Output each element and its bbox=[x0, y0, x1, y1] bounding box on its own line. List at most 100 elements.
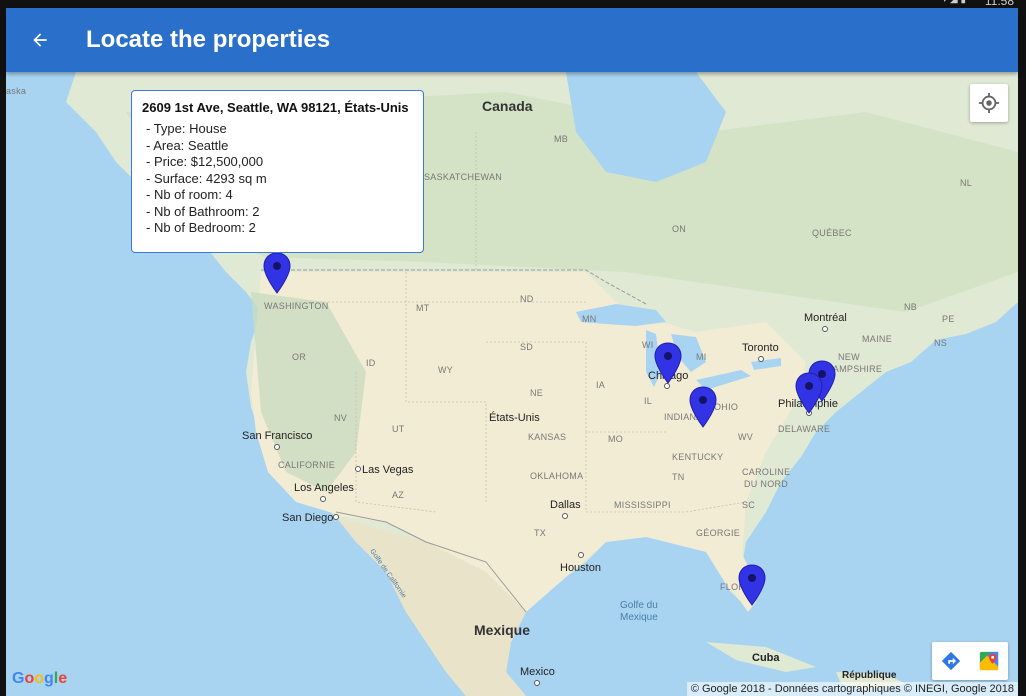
info-window-bathrooms: - Nb of Bathroom: 2 bbox=[146, 203, 260, 219]
label-quebec: QUÉBEC bbox=[812, 228, 852, 238]
label-nb: NB bbox=[904, 302, 918, 312]
label-ohio: OHIO bbox=[714, 402, 739, 412]
city-dot-toronto bbox=[758, 356, 764, 362]
label-ne: NE bbox=[530, 388, 544, 398]
label-dominican: République bbox=[842, 670, 897, 681]
google-maps-icon bbox=[979, 651, 999, 671]
label-id: ID bbox=[366, 358, 376, 368]
label-ut: UT bbox=[392, 424, 405, 434]
info-window-address: 2609 1st Ave, Seattle, WA 98121, États-U… bbox=[142, 100, 409, 115]
label-alaska: aska bbox=[6, 86, 27, 96]
label-ia: IA bbox=[596, 380, 606, 390]
property-marker-seattle[interactable] bbox=[263, 252, 291, 294]
label-montreal: Montréal bbox=[804, 312, 847, 324]
label-washington: WASHINGTON bbox=[264, 301, 329, 311]
google-logo-e: e bbox=[58, 670, 68, 687]
city-dot-houston bbox=[578, 552, 584, 558]
label-tn: TN bbox=[672, 472, 685, 482]
label-dallas: Dallas bbox=[550, 499, 581, 511]
label-houston: Houston bbox=[560, 562, 601, 574]
label-las-vegas: Las Vegas bbox=[362, 464, 414, 476]
property-marker-philadelphia[interactable] bbox=[795, 372, 823, 414]
info-window-type: - Type: House bbox=[146, 121, 227, 136]
google-logo-g2: g bbox=[44, 670, 54, 687]
info-window-bedrooms: - Nb of Bedroom: 2 bbox=[146, 220, 256, 235]
label-delaware: DELAWARE bbox=[778, 424, 831, 434]
info-window-price: - Price: $12,500,000 bbox=[146, 154, 264, 169]
label-kansas: KANSAS bbox=[528, 432, 567, 442]
city-dot-san-diego bbox=[333, 514, 339, 520]
label-gulf-b: Mexique bbox=[620, 612, 658, 623]
label-carolina-s: DU NORD bbox=[744, 479, 789, 489]
google-logo-o2: o bbox=[34, 670, 45, 687]
label-cuba: Cuba bbox=[752, 652, 780, 664]
status-time: 11:58 bbox=[984, 0, 1014, 8]
page-title: Locate the properties bbox=[86, 26, 331, 53]
google-logo: Google bbox=[12, 670, 67, 688]
label-carolina-n: CAROLINE bbox=[742, 467, 791, 477]
info-window-area: - Area: Seattle bbox=[146, 137, 229, 153]
app-bar: Locate the properties bbox=[6, 8, 1018, 72]
label-mt: MT bbox=[416, 303, 430, 313]
status-bar: ▾ ◢ ▮ 11:58 bbox=[0, 0, 1026, 8]
label-san-francisco: San Francisco bbox=[242, 430, 313, 442]
label-nv: NV bbox=[334, 413, 348, 423]
map-view[interactable]: Canada États-Unis Mexique Cuba Républiqu… bbox=[6, 72, 1018, 696]
city-dot-las-vegas bbox=[355, 466, 361, 472]
label-az: AZ bbox=[392, 490, 405, 500]
my-location-button[interactable] bbox=[970, 84, 1008, 122]
property-marker-indiana[interactable] bbox=[689, 386, 717, 428]
label-on: ON bbox=[672, 224, 687, 234]
label-toronto: Toronto bbox=[742, 342, 779, 354]
label-mississippi: MISSISSIPPI bbox=[614, 500, 671, 510]
city-dot-mexico-city bbox=[534, 680, 540, 686]
label-il: IL bbox=[644, 396, 653, 406]
label-los-angeles: Los Angeles bbox=[294, 482, 354, 494]
property-marker-florida[interactable] bbox=[738, 564, 766, 606]
label-or: OR bbox=[292, 352, 307, 362]
label-pe: PE bbox=[942, 314, 955, 324]
label-saskatchewan: SASKATCHEWAN bbox=[424, 172, 503, 182]
label-new-hampshire-a: NEW bbox=[838, 352, 860, 362]
label-wi: WI bbox=[642, 340, 654, 350]
label-nl: NL bbox=[960, 178, 973, 188]
my-location-icon bbox=[978, 92, 1000, 114]
city-dot-los-angeles bbox=[320, 496, 326, 502]
label-oklahoma: OKLAHOMA bbox=[530, 471, 584, 481]
label-mo: MO bbox=[608, 434, 624, 444]
label-georgia: GÉORGIE bbox=[696, 528, 741, 538]
label-kentucky: KENTUCKY bbox=[672, 452, 724, 462]
label-tx: TX bbox=[534, 528, 547, 538]
property-info-window[interactable]: 2609 1st Ave, Seattle, WA 98121, États-U… bbox=[131, 90, 424, 253]
directions-button[interactable] bbox=[932, 642, 970, 680]
map-attribution[interactable]: © Google 2018 - Données cartographiques … bbox=[686, 682, 1018, 696]
label-wv: WV bbox=[738, 432, 754, 442]
label-gulf-a: Golfe du bbox=[620, 600, 658, 611]
property-marker-chicago[interactable] bbox=[654, 342, 682, 384]
arrow-left-icon bbox=[33, 33, 47, 47]
info-window-rooms: - Nb of room: 4 bbox=[146, 187, 233, 202]
device-frame: ▾ ◢ ▮ 11:58 Locate the properties bbox=[0, 0, 1026, 696]
label-usa: États-Unis bbox=[489, 412, 540, 424]
google-logo-g: G bbox=[12, 670, 25, 687]
label-wy: WY bbox=[438, 365, 454, 375]
label-california: CALIFORNIE bbox=[278, 460, 336, 470]
google-logo-o1: o bbox=[24, 670, 35, 687]
label-nd: ND bbox=[520, 294, 534, 304]
open-google-maps-button[interactable] bbox=[970, 642, 1008, 680]
label-san-diego: San Diego bbox=[282, 512, 334, 524]
label-maine: MAINE bbox=[862, 334, 893, 344]
label-ns: NS bbox=[934, 338, 948, 348]
directions-icon bbox=[941, 651, 961, 671]
signal-battery-icon: ▾ ◢ ▮ bbox=[942, 0, 966, 5]
city-dot-dallas bbox=[562, 513, 568, 519]
label-canada: Canada bbox=[482, 98, 533, 114]
label-mb: MB bbox=[554, 134, 569, 144]
back-button[interactable] bbox=[24, 24, 56, 56]
label-mexico: Mexique bbox=[474, 622, 531, 638]
label-mn: MN bbox=[582, 314, 597, 324]
label-sc: SC bbox=[742, 500, 756, 510]
info-window-surface: - Surface: 4293 sq m bbox=[146, 170, 267, 186]
city-dot-montreal bbox=[822, 326, 828, 332]
label-mexico-city: Mexico bbox=[520, 666, 555, 678]
